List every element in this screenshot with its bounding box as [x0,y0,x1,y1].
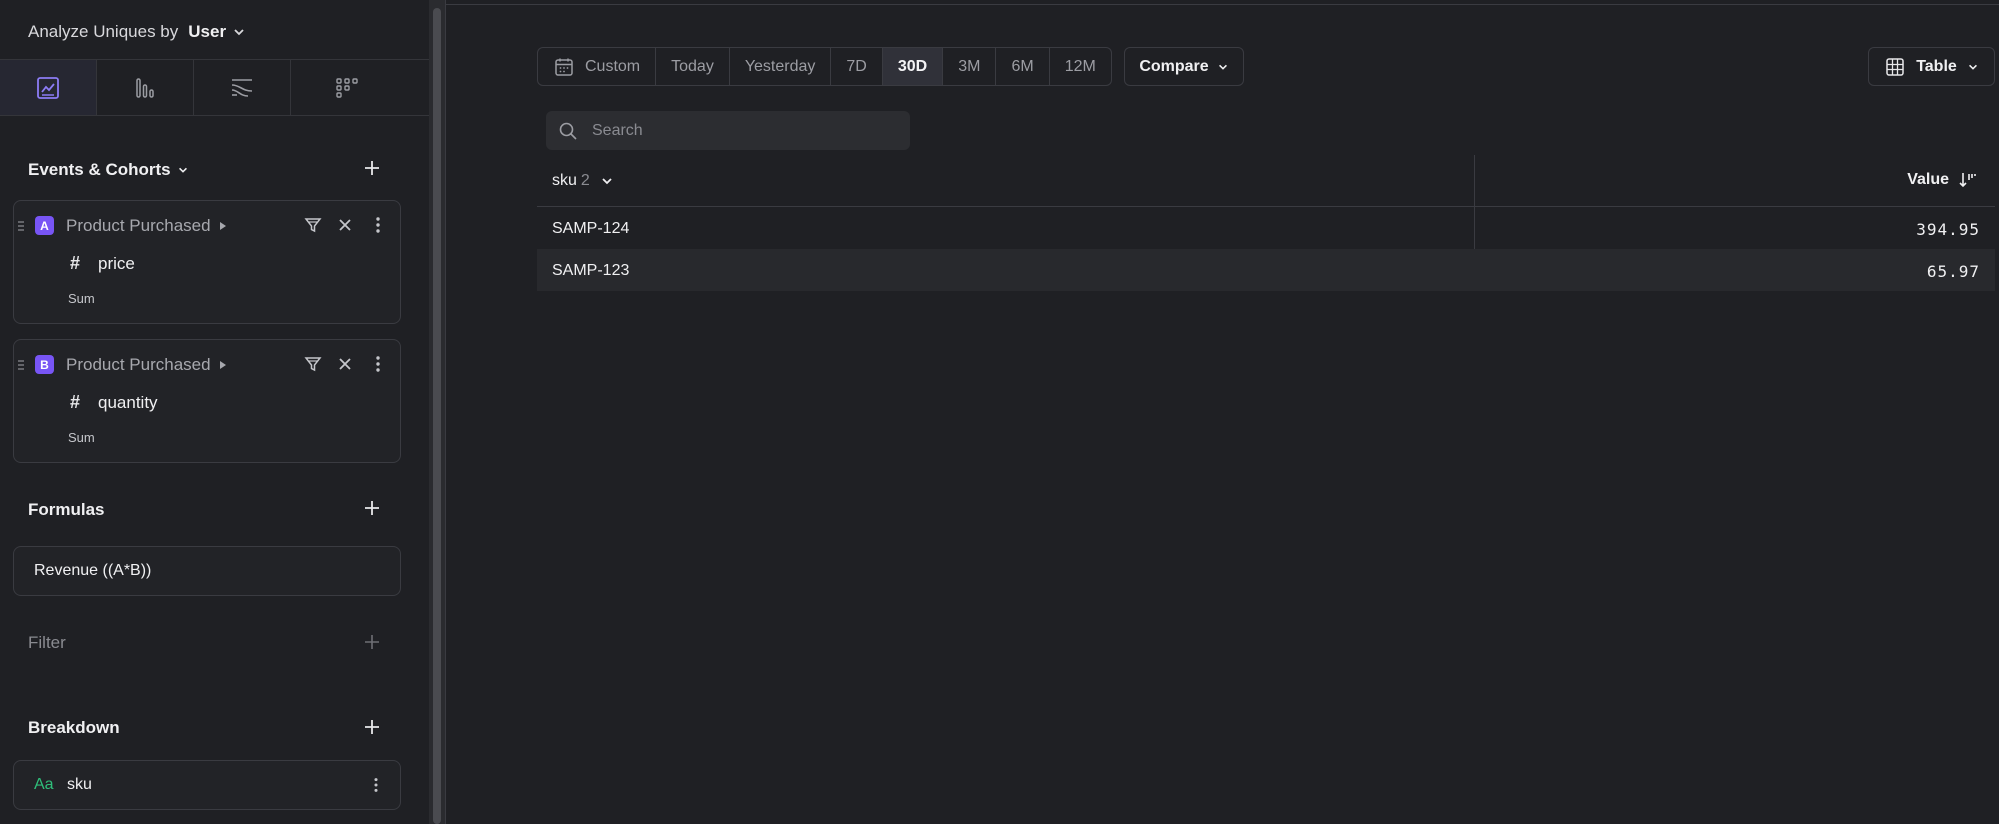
scrollbar-thumb[interactable] [433,8,441,824]
chevron-down-icon [178,167,187,173]
drag-handle-icon[interactable] [17,219,25,233]
table-row[interactable]: SAMP-124 394.95 [537,207,1995,249]
bar-chart-icon [136,77,154,98]
date-range-picker: Custom Today Yesterday 7D 30D 3M 6M 12M [537,47,1112,86]
numeric-property-icon: # [70,392,81,412]
close-icon[interactable] [335,215,355,235]
calendar-icon [555,58,573,76]
event-name-selector[interactable]: Product Purchased [66,355,227,375]
date-12m-button[interactable]: 12M [1050,48,1111,85]
breakdown-item[interactable]: Aa sku [13,760,401,810]
compare-label: Compare [1139,57,1209,75]
more-vertical-icon[interactable] [367,775,385,795]
breakdown-title: Breakdown [28,718,120,737]
numeric-property-icon: # [70,253,81,273]
report-type-tabs [0,59,429,116]
date-today-button[interactable]: Today [656,48,730,85]
date-7d-button[interactable]: 7D [831,48,883,85]
more-vertical-icon[interactable] [368,354,388,374]
date-3m-button[interactable]: 3M [943,48,997,85]
add-event-icon[interactable] [362,158,382,178]
event-property[interactable]: price [98,254,135,274]
sidebar-scrollbar[interactable] [429,0,446,824]
analyze-value: User [188,22,227,41]
results-table: sku 2 Value SAMP-124 394.95 SAMP-123 65.… [537,155,1995,291]
view-type-button[interactable]: Table [1868,47,1995,86]
add-breakdown-icon[interactable] [362,717,382,737]
event-letter-badge: A [35,216,54,235]
retention-grid-icon [335,77,358,98]
chevron-down-icon [1968,64,1977,70]
view-type-label: Table [1916,57,1957,75]
formula-item[interactable]: Revenue ((A*B)) [13,546,401,596]
column-name: sku [552,172,577,189]
aggregation-label[interactable]: Sum [68,291,95,306]
filter-icon[interactable] [303,354,323,374]
caret-right-icon [219,361,226,369]
flows-icon [231,78,253,97]
row-value: 65.97 [1926,262,1980,281]
tab-bar-chart[interactable] [97,60,194,115]
tab-retention[interactable] [291,60,402,115]
date-custom-button[interactable]: Custom [538,48,657,85]
column-name: Value [1907,171,1949,188]
table-header: sku 2 Value [537,155,1995,291]
events-cohorts-title: Events & Cohorts [28,160,171,179]
drag-handle-icon[interactable] [17,358,25,372]
caret-right-icon [219,222,226,230]
chevron-down-icon [234,29,244,36]
event-name: Product Purchased [66,216,211,235]
formulas-title: Formulas [28,500,105,519]
event-letter-badge: B [35,355,54,374]
date-option-label: Custom [585,57,641,75]
analyze-label: Analyze Uniques by [28,22,179,41]
date-6m-button[interactable]: 6M [996,48,1050,85]
event-name: Product Purchased [66,355,211,374]
top-divider [446,4,1999,5]
more-vertical-icon[interactable] [368,215,388,235]
analyze-uniques-selector[interactable]: Analyze Uniques by User [28,22,246,42]
filter-title: Filter [28,633,66,652]
search-input[interactable] [592,121,892,140]
breakdown-property: sku [67,776,92,793]
row-sku: SAMP-124 [552,220,630,237]
left-panel: Analyze Uniques by User Events & Cohorts… [0,0,429,824]
column-header-value[interactable]: Value [1907,170,1977,190]
search-box [546,111,910,150]
add-filter-icon[interactable] [362,632,382,652]
event-name-selector[interactable]: Product Purchased [66,216,227,236]
insights-chart-icon [37,76,59,99]
string-property-icon: Aa [34,776,54,793]
events-cohorts-header[interactable]: Events & Cohorts [28,160,189,180]
compare-button[interactable]: Compare [1124,47,1244,86]
table-icon [1886,57,1904,76]
tab-flows[interactable] [194,60,291,115]
date-yesterday-button[interactable]: Yesterday [730,48,832,85]
row-value: 394.95 [1916,220,1980,239]
add-formula-icon[interactable] [362,498,382,518]
filter-icon[interactable] [303,215,323,235]
sort-descending-icon[interactable] [1957,170,1977,190]
tab-insights[interactable] [0,60,97,115]
search-icon [559,122,577,140]
chevron-down-icon [1218,64,1227,70]
event-card-a[interactable]: A Product Purchased # price Sum [13,200,401,324]
column-header-sku[interactable]: sku 2 [552,172,614,190]
event-property[interactable]: quantity [98,393,158,413]
column-count: 2 [580,172,590,189]
event-card-b[interactable]: B Product Purchased # quantity Sum [13,339,401,463]
row-sku: SAMP-123 [552,262,630,279]
close-icon[interactable] [335,354,355,374]
chevron-down-icon [602,178,612,185]
aggregation-label[interactable]: Sum [68,430,95,445]
filter-header: Filter [28,633,66,653]
table-row[interactable]: SAMP-123 65.97 [537,249,1995,291]
breakdown-header: Breakdown [28,718,120,738]
formulas-header: Formulas [28,500,105,520]
date-30d-button[interactable]: 30D [882,48,944,85]
